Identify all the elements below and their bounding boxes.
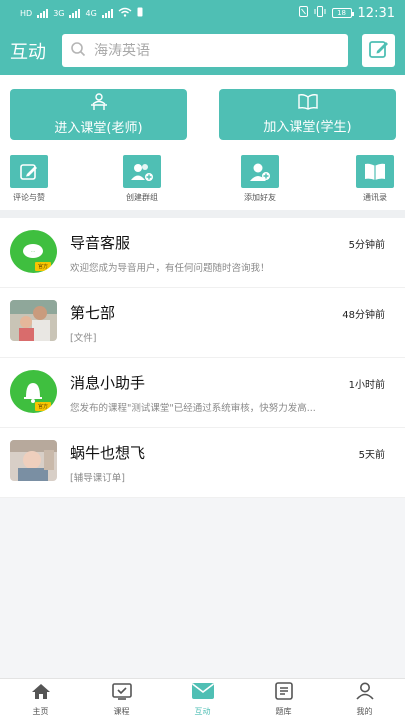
message-icon bbox=[191, 682, 215, 704]
search-icon bbox=[70, 41, 86, 61]
status-bar: HD 3G 4G 18 12:31 bbox=[0, 0, 405, 26]
avatar bbox=[10, 440, 57, 481]
network-3g-label: 3G bbox=[53, 8, 65, 18]
nav-profile[interactable]: 我的 bbox=[324, 679, 405, 720]
message-time: 5天前 bbox=[358, 450, 385, 461]
nav-interact[interactable]: 互动 bbox=[162, 679, 243, 720]
quick-link-label: 创建群组 bbox=[126, 193, 158, 202]
home-icon bbox=[31, 683, 51, 704]
signal-icon-2 bbox=[69, 8, 81, 18]
search-input[interactable] bbox=[94, 42, 340, 59]
book-icon bbox=[297, 94, 318, 114]
message-row-contact-1[interactable]: 第七部 48分钟前 [文件] bbox=[0, 288, 405, 358]
nav-label: 课程 bbox=[113, 706, 130, 716]
nfc-icon bbox=[298, 5, 308, 21]
bottom-nav: 主页 课程 互动 题库 我的 bbox=[0, 678, 405, 720]
message-name: 导音客服 bbox=[70, 234, 131, 252]
quick-link-label: 添加好友 bbox=[244, 193, 276, 202]
official-badge: 官方 bbox=[34, 262, 51, 271]
nav-quiz[interactable]: 题库 bbox=[243, 679, 324, 720]
enter-class-teacher-label: 进入课堂(老师) bbox=[54, 121, 143, 136]
contacts-icon bbox=[356, 155, 394, 188]
nav-label: 我的 bbox=[356, 707, 373, 716]
join-class-student-button[interactable]: 加入课堂(学生) bbox=[219, 89, 396, 140]
message-name: 消息小助手 bbox=[70, 374, 146, 392]
message-time: 1小时前 bbox=[348, 380, 385, 391]
message-preview: [辅导课订单] bbox=[70, 473, 125, 484]
vibrate-icon bbox=[314, 5, 326, 21]
quick-link-label: 评论与赞 bbox=[13, 193, 45, 202]
status-left: HD 3G 4G bbox=[20, 7, 143, 19]
page-title: 互动 bbox=[10, 41, 46, 63]
header: 互动 bbox=[0, 26, 405, 75]
official-avatar: ··· 官方 bbox=[10, 230, 57, 273]
message-preview: [文件] bbox=[70, 333, 97, 344]
message-time: 48分钟前 bbox=[342, 310, 385, 321]
battery-icon: 18 bbox=[331, 8, 354, 18]
quick-links: 评论与赞 创建群组 添加好友 通讯录 bbox=[0, 155, 405, 207]
signal-icon bbox=[37, 8, 49, 18]
message-row-assistant[interactable]: 官方 消息小助手 1小时前 您发布的课程"测试课堂"已经通过系统审核，快努力发高… bbox=[0, 358, 405, 428]
section-divider bbox=[0, 210, 405, 218]
network-4g-label: 4G bbox=[85, 8, 97, 18]
battery-level: 18 bbox=[337, 9, 346, 17]
add-friend-icon bbox=[241, 155, 279, 188]
quick-link-create-group[interactable]: 创建群组 bbox=[102, 155, 182, 203]
compose-button[interactable] bbox=[362, 34, 395, 67]
nav-label: 互动 bbox=[194, 707, 211, 716]
top-bar: HD 3G 4G 18 12:31 互动 bbox=[0, 0, 405, 75]
message-row-contact-2[interactable]: 蜗牛也想飞 5天前 [辅导课订单] bbox=[0, 428, 405, 498]
nav-course[interactable]: 课程 bbox=[81, 679, 162, 720]
quick-link-add-friend[interactable]: 添加好友 bbox=[220, 155, 300, 203]
svg-text:···: ··· bbox=[31, 249, 35, 254]
clock: 12:31 bbox=[357, 5, 395, 21]
comment-icon bbox=[10, 155, 48, 188]
official-badge: 官方 bbox=[34, 402, 51, 411]
wifi-icon bbox=[118, 7, 132, 19]
edit-icon bbox=[368, 38, 390, 64]
message-time: 5分钟前 bbox=[348, 240, 385, 251]
message-preview: 您发布的课程"测试课堂"已经通过系统审核，快努力发高... bbox=[70, 403, 316, 414]
profile-icon bbox=[355, 682, 375, 704]
quick-link-label: 通讯录 bbox=[363, 193, 387, 202]
hd-label: HD bbox=[20, 8, 33, 18]
quick-link-comments[interactable]: 评论与赞 bbox=[0, 155, 69, 203]
message-row-service[interactable]: ··· 官方 导音客服 5分钟前 欢迎您成为导音用户，有任何问题随时咨询我！ bbox=[0, 218, 405, 288]
group-icon bbox=[123, 155, 161, 188]
enter-class-teacher-button[interactable]: 进入课堂(老师) bbox=[10, 89, 187, 140]
action-panel: 进入课堂(老师) 加入课堂(学生) 评论与赞 创建群组 添加好友 通讯录 bbox=[0, 75, 405, 210]
nav-home[interactable]: 主页 bbox=[0, 679, 81, 720]
message-name: 蜗牛也想飞 bbox=[70, 444, 146, 462]
official-avatar: 官方 bbox=[10, 370, 57, 413]
message-preview: 欢迎您成为导音用户，有任何问题随时咨询我！ bbox=[70, 263, 270, 274]
message-name: 第七部 bbox=[70, 304, 116, 322]
quiz-icon bbox=[274, 682, 293, 704]
join-class-student-label: 加入课堂(学生) bbox=[263, 120, 352, 135]
signal-icon-3 bbox=[101, 8, 113, 18]
sim-icon bbox=[137, 7, 143, 19]
teacher-icon bbox=[90, 93, 108, 115]
nav-label: 题库 bbox=[275, 707, 292, 716]
search-box[interactable] bbox=[62, 34, 348, 67]
avatar bbox=[10, 300, 57, 341]
nav-label: 主页 bbox=[32, 706, 49, 716]
status-right: 18 12:31 bbox=[298, 5, 395, 21]
course-icon bbox=[111, 682, 132, 704]
message-list: ··· 官方 导音客服 5分钟前 欢迎您成为导音用户，有任何问题随时咨询我！ 第… bbox=[0, 218, 405, 498]
quick-link-contacts[interactable]: 通讯录 bbox=[335, 155, 405, 203]
